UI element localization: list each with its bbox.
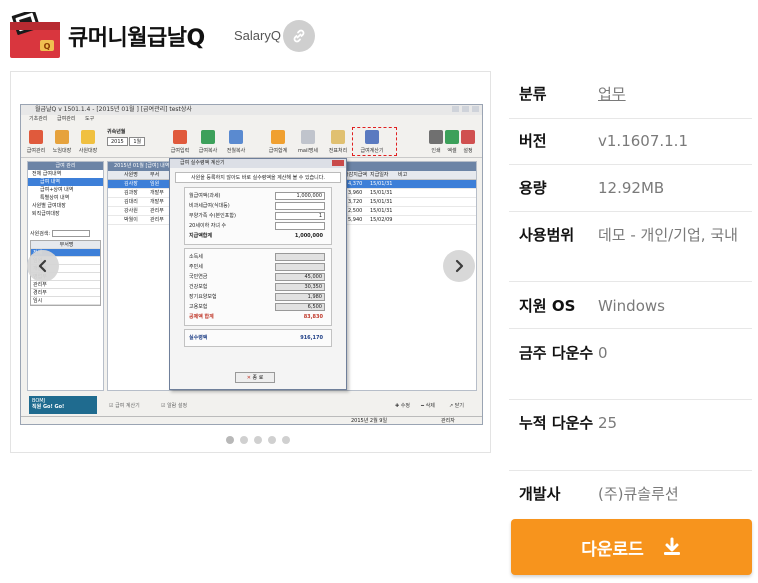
toolbar-item: 급여합계 [265, 130, 291, 154]
carousel-prev-button[interactable] [27, 250, 59, 282]
menu-item: 도구 [85, 116, 95, 122]
toolbar-item: 급여복사 [195, 130, 221, 154]
download-button[interactable]: 다운로드 [511, 519, 752, 575]
download-icon [663, 537, 680, 555]
download-label: 다운로드 [581, 539, 644, 560]
chevron-right-icon [455, 259, 464, 273]
tree-item: 사원별 급여대장 [32, 203, 66, 209]
info-row-category: 분류 업무 [509, 71, 752, 119]
info-row-license: 사용범위 데모 - 개인/기업, 국내 [509, 212, 752, 282]
carousel-dot[interactable] [240, 436, 248, 444]
app-subtitle: SalaryQ [234, 28, 281, 43]
salary-calculator-dialog: 급여 실수령액 계산기 사원을 등록하지 않아도 바로 실수령액을 계산해 볼 … [169, 158, 347, 390]
link-icon [293, 29, 305, 43]
dialog-close-button: ✕ 종 료 [235, 372, 275, 383]
year-month-select: 귀속년월 2015 1월 [107, 128, 146, 146]
carousel-dots [226, 436, 290, 444]
info-row-weekly-downloads: 금주 다운수 0 [509, 329, 752, 400]
info-row-developer: 개발사 (주)큐솔루션 [519, 485, 679, 503]
status-bar: 2015년 2월 9일 관리자 [21, 416, 482, 424]
toolbar-item: 전표처리 [325, 130, 351, 154]
toolbar-item: 노임대장 [49, 130, 75, 154]
screenshot-carousel: 월급날Q v 1501.1.4 - [2015년 01월 ] [급여관리] te… [10, 71, 491, 453]
info-row-version: 버전 v1.1607.1.1 [509, 119, 752, 165]
info-row-total-downloads: 누적 다운수 25 [509, 400, 752, 471]
svg-text:Q: Q [44, 42, 51, 51]
menu-item: 급여관리 [57, 116, 76, 122]
app-info-table: 분류 업무 버전 v1.1607.1.1 용량 12.92MB 사용범위 데모 … [509, 71, 752, 517]
carousel-dot[interactable] [282, 436, 290, 444]
carousel-dot[interactable] [268, 436, 276, 444]
toolbar-item: 사원대장 [75, 130, 101, 154]
tree-item: 급여 내역 [28, 178, 103, 186]
toolbar-item: 전월복사 [223, 130, 249, 154]
share-link-button[interactable] [283, 20, 315, 52]
carousel-dot[interactable] [254, 436, 262, 444]
app-screenshot: 월급날Q v 1501.1.4 - [2015년 01월 ] [급여관리] te… [20, 104, 483, 425]
toolbar-item: 급여관리 [23, 130, 49, 154]
window-titlebar: 월급날Q v 1501.1.4 - [2015년 01월 ] [급여관리] te… [21, 105, 482, 115]
menu-bar: 기초관리 급여관리 도구 [21, 115, 482, 124]
menu-item: 기초관리 [29, 116, 48, 122]
carousel-next-button[interactable] [443, 250, 475, 282]
status-area: BOMJ 직원 Go! Go! ☑ 급여 계산기 ☑ 알람 설정 ✚ 수정 ━ 삭… [21, 395, 482, 415]
page-title: 큐머니월급날Q [68, 26, 205, 51]
window-title: 월급날Q v 1501.1.4 - [2015년 01월 ] [급여관리] te… [35, 106, 192, 113]
promo-badge: BOMJ 직원 Go! Go! [29, 396, 97, 414]
info-row-os: 지원 OS Windows [509, 282, 752, 329]
app-icon: Q [10, 9, 60, 58]
info-row-size: 용량 12.92MB [509, 165, 752, 212]
toolbar-item: 설정 [455, 130, 481, 154]
toolbar-item: mail명세 [295, 130, 321, 154]
tree-item: 전체 급여내역 [32, 171, 62, 177]
highlight-box [352, 127, 397, 156]
category-link[interactable]: 업무 [598, 82, 626, 106]
toolbar: 급여관리 노임대장 사원대장 귀속년월 2015 1월 급여입력 급여복사 전월… [21, 124, 482, 158]
tree-item: 퇴직급여대장 [32, 211, 60, 217]
carousel-dot[interactable] [226, 436, 234, 444]
tree-item: 특별상여 내역 [40, 195, 70, 201]
chevron-left-icon [38, 259, 47, 273]
toolbar-item: 급여입력 [167, 130, 193, 154]
tree-item: 급여+상여 내역 [40, 187, 74, 193]
